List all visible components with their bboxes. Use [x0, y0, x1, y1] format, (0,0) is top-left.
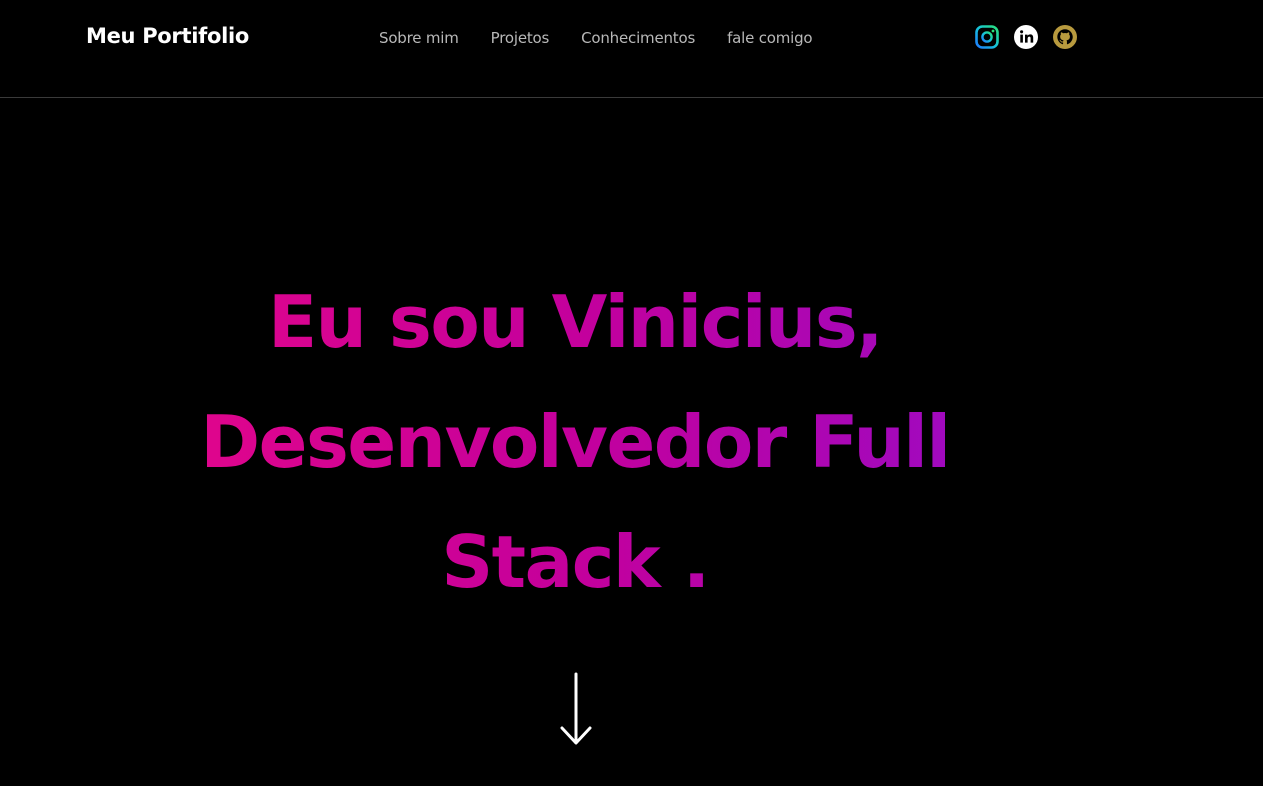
nav-link-conhecimentos[interactable]: Conhecimentos	[581, 29, 695, 47]
hero-section: Eu sou Vinicius, Desenvolvedor Full Stac…	[140, 262, 1010, 622]
nav-links: Sobre mim Projetos Conhecimentos fale co…	[379, 29, 813, 47]
social-links	[974, 24, 1078, 50]
nav-link-projetos[interactable]: Projetos	[491, 29, 550, 47]
github-icon[interactable]	[1052, 24, 1078, 50]
navbar: Meu Portifolio Sobre mim Projetos Conhec…	[0, 0, 1263, 98]
arrow-down-icon[interactable]	[556, 672, 596, 748]
page: Meu Portifolio Sobre mim Projetos Conhec…	[0, 0, 1263, 786]
hero-title: Eu sou Vinicius, Desenvolvedor Full Stac…	[140, 262, 1010, 622]
brand-logo[interactable]: Meu Portifolio	[86, 24, 249, 48]
nav-link-fale-comigo[interactable]: fale comigo	[727, 29, 813, 47]
nav-link-sobre-mim[interactable]: Sobre mim	[379, 29, 459, 47]
instagram-icon[interactable]	[974, 24, 1000, 50]
linkedin-icon[interactable]	[1013, 24, 1039, 50]
